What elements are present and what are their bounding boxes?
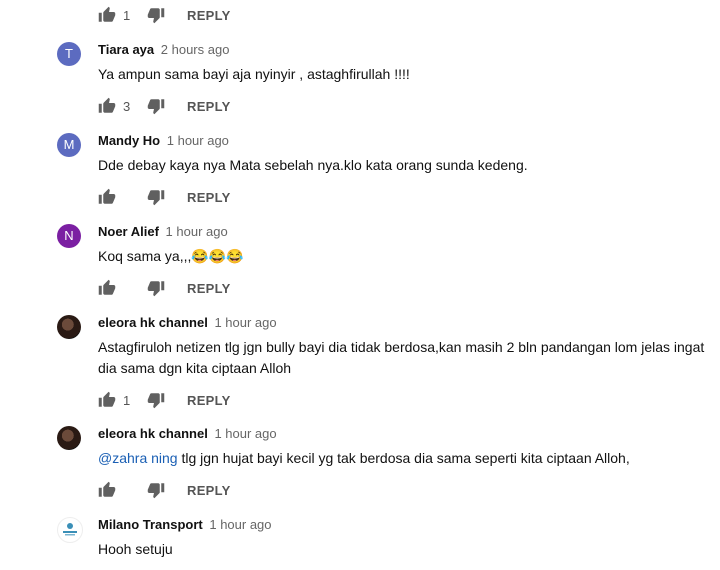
thumbs-down-icon[interactable] [147,481,165,499]
comment-text: Koq sama ya,,,😂😂😂 [98,248,244,264]
comment-text: Astagfiruloh netizen tlg jgn bully bayi … [98,339,705,376]
comment-actions: REPLY [98,481,231,499]
reply-button[interactable]: REPLY [187,190,231,205]
avatar[interactable] [57,517,83,543]
comment-time[interactable]: 1 hour ago [166,224,228,239]
reply-button[interactable]: REPLY [187,8,231,23]
comment-time[interactable]: 1 hour ago [167,133,229,148]
comment-time[interactable]: 2 hours ago [161,42,230,57]
comment-text-body: tlg jgn hujat bayi kecil yg tak berdosa … [177,450,630,466]
user-mention-link[interactable]: @zahra ning [98,450,178,466]
milano-logo-icon [63,523,77,536]
comment-actions: REPLY [98,279,231,297]
comment-text: @zahra ning tlg jgn hujat bayi kecil yg … [98,448,710,469]
comment-header: eleora hk channel 1 hour ago [98,315,277,330]
thumbs-down-icon[interactable] [147,6,165,24]
avatar[interactable]: M [57,133,81,157]
like-count: 1 [123,392,131,408]
comment-header: Noer Alief 1 hour ago [98,224,228,239]
comment-time[interactable]: 1 hour ago [214,426,276,441]
comment-actions: 3 REPLY [98,97,231,115]
reply-button[interactable]: REPLY [187,281,231,296]
avatar[interactable] [57,315,81,339]
reply-button[interactable]: REPLY [187,393,231,408]
like-count: 1 [123,7,131,23]
avatar[interactable]: N [57,224,81,248]
thumbs-down-icon[interactable] [147,279,165,297]
author-name[interactable]: Tiara aya [98,42,154,57]
thumbs-down-icon[interactable] [147,97,165,115]
avatar[interactable]: T [57,42,81,66]
like-count: 3 [123,98,131,114]
thumbs-down-icon[interactable] [147,188,165,206]
reply-button[interactable]: REPLY [187,99,231,114]
thumbs-up-icon[interactable] [98,391,116,409]
author-name[interactable]: Mandy Ho [98,133,160,148]
author-name[interactable]: eleora hk channel [98,315,208,330]
thumbs-up-icon[interactable] [98,481,116,499]
comment-actions: 1 REPLY [98,391,231,409]
thumbs-up-icon[interactable] [98,6,116,24]
comment-time[interactable]: 1 hour ago [209,517,271,532]
reply-button[interactable]: REPLY [187,483,231,498]
thumbs-up-icon[interactable] [98,97,116,115]
comment-header: Tiara aya 2 hours ago [98,42,229,57]
comment-header: Mandy Ho 1 hour ago [98,133,229,148]
comment-text: Ya ampun sama bayi aja nyinyir , astaghf… [98,66,410,82]
thumbs-down-icon[interactable] [147,391,165,409]
thumbs-up-icon[interactable] [98,188,116,206]
comment-header: Milano Transport 1 hour ago [98,517,272,532]
avatar[interactable] [57,426,81,450]
comment-text: Hooh setuju [98,541,173,557]
comment-actions: 1 REPLY [98,6,231,24]
comment-text: Dde debay kaya nya Mata sebelah nya.klo … [98,157,528,173]
comment-time[interactable]: 1 hour ago [214,315,276,330]
comment-actions: REPLY [98,188,231,206]
author-name[interactable]: eleora hk channel [98,426,208,441]
thumbs-up-icon[interactable] [98,279,116,297]
author-name[interactable]: Noer Alief [98,224,159,239]
author-name[interactable]: Milano Transport [98,517,203,532]
comment-header: eleora hk channel 1 hour ago [98,426,277,441]
